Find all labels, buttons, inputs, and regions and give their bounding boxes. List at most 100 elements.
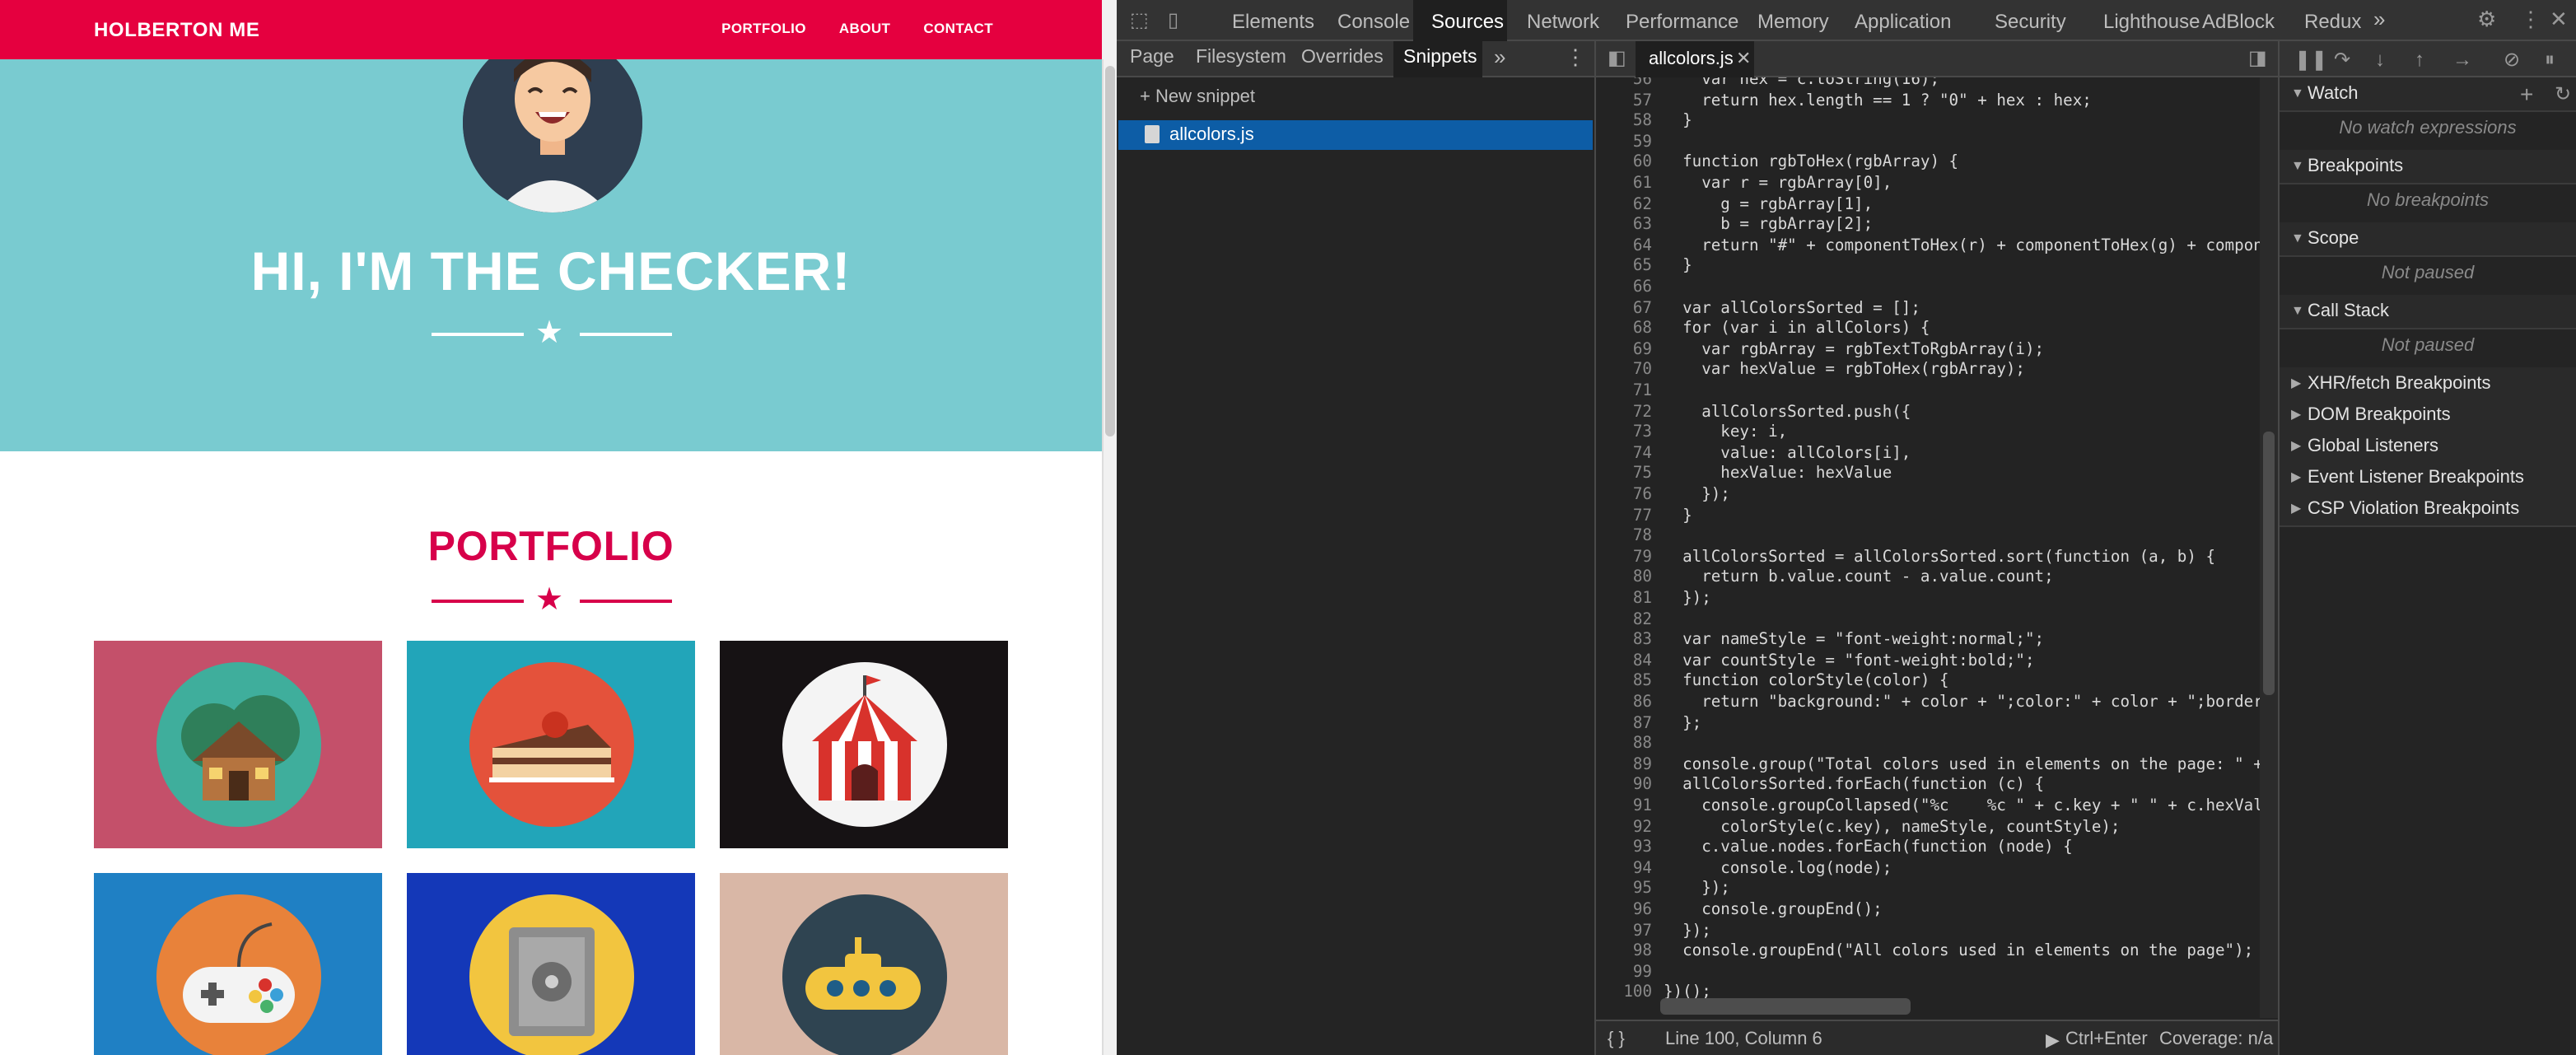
step-out-icon[interactable]: ↑ xyxy=(2415,48,2424,71)
editor-horizontal-scrollbar[interactable] xyxy=(1660,998,1911,1015)
code-line: var hex = c.toString(16); xyxy=(1664,77,1940,89)
line-number: 65 xyxy=(1632,257,1652,276)
tab-lighthouse[interactable]: Lighthouse xyxy=(2103,10,2200,33)
step-over-icon[interactable]: ↷ xyxy=(2334,48,2350,71)
debugger-section-empty-text: Not paused xyxy=(2381,336,2475,356)
code-line: for (var i in allColors) { xyxy=(1664,320,1930,338)
tab-redux[interactable]: Redux xyxy=(2304,10,2361,33)
new-snippet-button[interactable]: + New snippet xyxy=(1140,87,1255,107)
line-number: 86 xyxy=(1632,693,1652,712)
line-number: 74 xyxy=(1632,444,1652,463)
code-line: var allColorsSorted = []; xyxy=(1664,299,1920,318)
code-line: allColorsSorted = allColorsSorted.sort(f… xyxy=(1664,548,2216,567)
tab-application[interactable]: Application xyxy=(1855,10,1951,33)
portfolio-tile-circus[interactable] xyxy=(720,641,1008,848)
hero-divider: ★ xyxy=(432,317,672,351)
close-tab-icon[interactable]: ✕ xyxy=(1736,48,1751,69)
add-watch-icon[interactable]: + xyxy=(2520,82,2533,105)
tab-network[interactable]: Network xyxy=(1527,10,1599,33)
portfolio-tile-safe[interactable] xyxy=(407,873,695,1055)
line-number: 58 xyxy=(1632,112,1652,131)
deactivate-breakpoints-icon[interactable]: ⊘ xyxy=(2504,48,2520,71)
debugger-section-breakpoints[interactable]: ▼ Breakpoints xyxy=(2280,150,2576,184)
device-toolbar-icon[interactable]: ▯ xyxy=(1168,8,1178,31)
file-icon xyxy=(1145,125,1160,143)
tab-console[interactable]: Console xyxy=(1337,10,1410,33)
kebab-menu-icon[interactable]: ⋮ xyxy=(2520,7,2541,31)
debugger-section-scope[interactable]: ▼ Scope xyxy=(2280,222,2576,257)
code-line: }); xyxy=(1664,922,1711,941)
inspect-element-icon[interactable]: ⬚ xyxy=(1130,8,1149,31)
subtab-overrides[interactable]: Overrides xyxy=(1301,48,1384,68)
code-line: hexValue: hexValue xyxy=(1664,464,1892,483)
line-number: 56 xyxy=(1632,77,1652,89)
tab-performance[interactable]: Performance xyxy=(1626,10,1738,33)
star-icon: ★ xyxy=(535,583,564,618)
kebab-menu-icon[interactable]: ⋮ xyxy=(1565,44,1586,71)
debugger-section-call-stack[interactable]: ▼ Call Stack xyxy=(2280,295,2576,329)
subtab-filesystem[interactable]: Filesystem xyxy=(1196,48,1286,68)
step-icon[interactable]: → xyxy=(2452,48,2472,71)
site-brand[interactable]: HOLBERTON ME xyxy=(94,18,259,41)
more-subtabs-icon[interactable]: » xyxy=(1494,44,1505,69)
pause-icon[interactable]: ❚❚ xyxy=(2294,48,2327,71)
editor-statusbar: { } Line 100, Column 6 ▶ Ctrl+Enter Cove… xyxy=(1596,1020,2280,1055)
submarine-icon xyxy=(782,894,947,1055)
code-line: return "#" + componentToHex(r) + compone… xyxy=(1664,236,2261,255)
portfolio-tile-cabin[interactable] xyxy=(94,641,382,848)
toggle-navigator-icon[interactable]: ◧ xyxy=(1608,46,1626,69)
code-line: var countStyle = "font-weight:bold;"; xyxy=(1664,651,2035,670)
editor-tab-label: allcolors.js xyxy=(1649,49,1734,69)
portfolio-tile-submarine[interactable] xyxy=(720,873,1008,1055)
line-number: 80 xyxy=(1632,568,1652,587)
gamepad-icon xyxy=(156,894,321,1055)
debugger-section-empty-text: Not paused xyxy=(2381,264,2475,283)
nav-link-contact[interactable]: CONTACT xyxy=(923,20,993,36)
tab-sources[interactable]: Sources xyxy=(1431,10,1504,33)
code-line: colorStyle(c.key), nameStyle, countStyle… xyxy=(1664,818,2121,837)
code-line: } xyxy=(1664,112,1692,131)
tab-security[interactable]: Security xyxy=(1995,10,2066,33)
line-number: 81 xyxy=(1632,590,1652,608)
tab-adblock[interactable]: AdBlock xyxy=(2202,10,2275,33)
subtab-page[interactable]: Page xyxy=(1130,48,1174,68)
close-icon[interactable]: ✕ xyxy=(2550,7,2568,31)
subtab-snippets[interactable]: Snippets xyxy=(1403,48,1477,68)
tab-memory[interactable]: Memory xyxy=(1757,10,1829,33)
code-editor[interactable]: 56 var hex = c.toString(16); 57 return he… xyxy=(1596,77,2261,1018)
portfolio-tile-gamepad[interactable] xyxy=(94,873,382,1055)
line-number: 73 xyxy=(1632,423,1652,442)
debugger-section-global-listeners[interactable]: ▶ Global Listeners xyxy=(2280,430,2576,464)
line-number: 83 xyxy=(1632,631,1652,650)
pretty-print-button[interactable]: { } xyxy=(1608,1029,1625,1049)
debugger-section-xhr-fetch-breakpoints[interactable]: ▶ XHR/fetch Breakpoints xyxy=(2280,367,2576,402)
editor-tab-allcolors[interactable]: allcolors.js ✕ xyxy=(1636,41,1754,77)
refresh-watch-icon[interactable]: ↻ xyxy=(2555,82,2571,105)
devtools-panel: ⬚ ▯ Elements Console Sources Network Per… xyxy=(1117,0,2576,1055)
step-into-icon[interactable]: ↓ xyxy=(2375,48,2385,71)
editor-scrollbar[interactable] xyxy=(2260,77,2278,1018)
snippet-file-item[interactable]: allcolors.js xyxy=(1118,120,1593,150)
nav-link-about[interactable]: ABOUT xyxy=(839,20,890,36)
code-line: }; xyxy=(1664,714,1702,733)
run-snippet-icon[interactable]: ▶ xyxy=(2046,1029,2060,1051)
nav-link-portfolio[interactable]: PORTFOLIO xyxy=(721,20,806,36)
line-number: 70 xyxy=(1632,361,1652,380)
pause-on-exceptions-icon[interactable]: ⏸ xyxy=(2545,48,2555,71)
website-scrollbar[interactable] xyxy=(1102,59,1117,1055)
debugger-section-event-listener-breakpoints[interactable]: ▶ Event Listener Breakpoints xyxy=(2280,461,2576,496)
line-number: 93 xyxy=(1632,838,1652,857)
more-tabs-icon[interactable]: » xyxy=(2373,7,2385,31)
tab-elements[interactable]: Elements xyxy=(1232,10,1314,33)
portfolio-tile-cake[interactable] xyxy=(407,641,695,848)
debugger-section-label: Breakpoints xyxy=(2308,156,2404,176)
toggle-debugger-icon[interactable]: ◨ xyxy=(2248,46,2267,69)
debugger-section-dom-breakpoints[interactable]: ▶ DOM Breakpoints xyxy=(2280,399,2576,433)
debugger-section-label: DOM Breakpoints xyxy=(2308,405,2451,425)
gear-icon[interactable]: ⚙ xyxy=(2477,7,2496,31)
code-line: key: i, xyxy=(1664,423,1788,442)
debugger-section-label: Event Listener Breakpoints xyxy=(2308,468,2524,488)
line-number: 67 xyxy=(1632,299,1652,318)
debugger-section-csp-violation-breakpoints[interactable]: ▶ CSP Violation Breakpoints xyxy=(2280,492,2576,527)
run-shortcut-label[interactable]: Ctrl+Enter xyxy=(2065,1029,2148,1049)
